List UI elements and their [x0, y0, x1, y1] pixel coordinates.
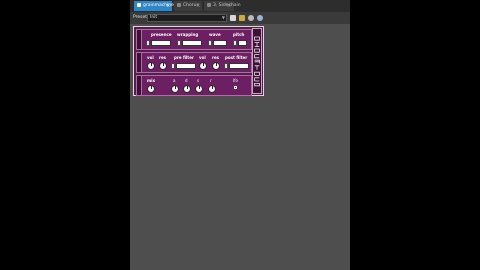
presence-label: presence: [151, 32, 172, 37]
lfo-toggle[interactable]: [234, 86, 237, 89]
decay-knob[interactable]: [183, 85, 191, 93]
post-filter-field[interactable]: [229, 63, 249, 69]
mix-label: mix: [147, 78, 156, 83]
pre-res-knob[interactable]: [159, 62, 167, 70]
pre-filter-button[interactable]: [171, 63, 175, 69]
envelope-row: mix a d s r lfo: [136, 75, 252, 96]
decay-label: d: [185, 78, 188, 83]
row-label-strip: [137, 30, 142, 49]
close-tab-icon[interactable]: ×: [227, 1, 231, 11]
pre-vol-knob[interactable]: [147, 62, 155, 70]
sustain-knob[interactable]: [195, 85, 203, 93]
plugin-icon: [137, 2, 141, 7]
pre-vol-label: vol: [147, 55, 154, 60]
post-res-knob[interactable]: [212, 62, 220, 70]
close-tab-icon[interactable]: ×: [196, 1, 200, 11]
pre-filter-label: pre filter: [174, 55, 194, 60]
pre-res-label: res: [159, 55, 167, 60]
lfo-label: lfo: [233, 78, 238, 83]
row-label-strip: [137, 53, 142, 72]
preset-value: Init: [150, 15, 158, 20]
folder-icon[interactable]: [239, 15, 245, 21]
post-filter-label: post filter: [225, 55, 248, 60]
presence-field[interactable]: [151, 40, 171, 46]
release-knob[interactable]: [208, 85, 216, 93]
plugin-panel: presence wrapping wave pitch vol res pre…: [133, 26, 264, 96]
plugin-icon: [207, 2, 211, 7]
row-label-strip: [137, 76, 142, 95]
mix-knob[interactable]: [147, 85, 155, 93]
wave-button[interactable]: [208, 40, 212, 46]
pitch-label: pitch: [233, 32, 245, 37]
logo-graphic: [254, 36, 260, 87]
pitch-button[interactable]: [233, 40, 237, 46]
plugin-icon: [177, 2, 181, 7]
pitch-field[interactable]: [238, 40, 247, 46]
presence-button[interactable]: [146, 40, 150, 46]
wrapping-field[interactable]: [182, 40, 202, 46]
oscillator-row: presence wrapping wave pitch: [136, 29, 252, 50]
close-tab-icon[interactable]: ×: [166, 1, 170, 11]
preset-toolbar: Presets Init ▼: [130, 12, 350, 24]
post-filter-button[interactable]: [224, 63, 228, 69]
plugin-logo: [252, 28, 262, 94]
host-window: grainmachine × Chorus × 3. Sidechain × P…: [130, 0, 350, 270]
tab-bar: grainmachine × Chorus × 3. Sidechain ×: [130, 0, 350, 12]
settings-icon[interactable]: [248, 15, 254, 21]
attack-label: a: [173, 78, 176, 83]
post-res-label: res: [212, 55, 220, 60]
wave-field[interactable]: [213, 40, 227, 46]
sustain-label: s: [197, 78, 200, 83]
wave-label: wave: [209, 32, 221, 37]
release-label: r: [210, 78, 212, 83]
wrapping-button[interactable]: [177, 40, 181, 46]
filter-row: vol res pre filter vol res post filter: [136, 52, 252, 73]
pre-filter-field[interactable]: [176, 63, 196, 69]
wrapping-label: wrapping: [177, 32, 199, 37]
post-vol-label: vol: [199, 55, 206, 60]
save-icon[interactable]: [230, 15, 236, 21]
post-vol-knob[interactable]: [199, 62, 207, 70]
help-icon[interactable]: [257, 15, 263, 21]
preset-dropdown[interactable]: Init ▼: [147, 14, 227, 22]
chevron-down-icon: ▼: [221, 15, 225, 20]
attack-knob[interactable]: [171, 85, 179, 93]
